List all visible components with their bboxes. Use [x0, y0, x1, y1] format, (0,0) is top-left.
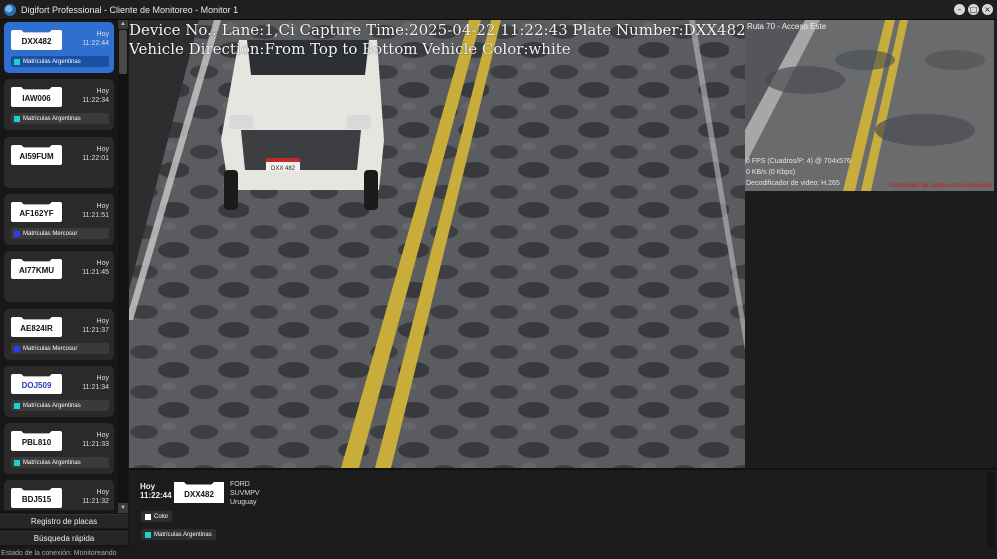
- plate-card-time: 11:21:45: [82, 269, 109, 276]
- plate-image: AI77KMU: [11, 259, 62, 279]
- plate-list-tag-label: Matrículas Argentinas: [23, 402, 81, 409]
- plate-list-tag: Matrículas Mercosur: [11, 228, 109, 239]
- plate-image: BDJ515: [11, 488, 62, 508]
- plate-image: DOJ509: [11, 374, 62, 394]
- tag-swatch-icon: [145, 531, 151, 538]
- window-title: Digifort Professional - Cliente de Monit…: [21, 4, 239, 15]
- plate-list-tag: Matrículas Argentinas: [11, 400, 109, 411]
- app-window: Digifort Professional - Cliente de Monit…: [0, 0, 997, 559]
- plate-card-day: Hoy: [96, 432, 109, 439]
- plate-card-day: Hoy: [96, 31, 109, 38]
- detail-list-tag: Matrículas Argentinas: [141, 529, 216, 540]
- main-camera-view[interactable]: DXX 482 Device No.: Lane:1,Ci Capture Ti…: [129, 20, 745, 468]
- vehicle: DXX 482: [221, 40, 384, 210]
- status-bar: Estado de la conexión: Monitoreando: [0, 549, 997, 559]
- window-controls: – □ ×: [954, 4, 993, 15]
- plate-list-scrollbar[interactable]: ▲ ▼: [118, 20, 128, 513]
- detail-scrollbar[interactable]: [987, 472, 995, 548]
- plate-image: AE824IR: [11, 317, 62, 337]
- detail-country: Uruguay: [230, 499, 257, 506]
- detail-tag-label: Matrículas Argentinas: [154, 531, 212, 538]
- app-logo-icon: [4, 3, 16, 16]
- tag-color-icon: [14, 402, 20, 409]
- plate-card-day: Hoy: [96, 203, 109, 210]
- plate-card-time: 11:21:33: [82, 441, 109, 448]
- camera-name-label: Ruta 70 - Acceso Este: [747, 22, 827, 31]
- title-bar: Digifort Professional - Cliente de Monit…: [0, 0, 997, 20]
- detail-color-chip: Color: [141, 511, 173, 522]
- plate-image: PBL810: [11, 431, 62, 451]
- camera-warning-text: Transmisión de cámara con reconexión: [887, 183, 992, 189]
- capture-info-line2: Vehicle Direction:From Top to Bottom Veh…: [129, 40, 571, 58]
- plate-list-tag-label: Matrículas Argentinas: [23, 115, 81, 122]
- quick-search-button[interactable]: Búsqueda rápida: [0, 531, 128, 545]
- vehicle-plate: DXX 482: [271, 166, 296, 172]
- plate-list-tag: Matrículas Argentinas: [11, 113, 109, 124]
- plate-card-day: Hoy: [96, 318, 109, 325]
- detail-make: FORD: [230, 481, 250, 488]
- plate-card-time: 11:21:37: [82, 327, 109, 334]
- plate-card-day: Hoy: [96, 375, 109, 382]
- plate-card-time: 11:21:51: [82, 212, 109, 219]
- tag-color-icon: [14, 230, 20, 237]
- plate-list-tag-label: Matrículas Mercosur: [23, 230, 78, 237]
- tag-color-icon: [14, 58, 20, 65]
- plate-card[interactable]: DXX482 Hoy 11:22:44 Matrículas Argentinas: [4, 22, 114, 73]
- plate-card-day: Hoy: [96, 146, 109, 153]
- tag-color-icon: [14, 345, 20, 352]
- capture-info-line1: Device No.: Lane:1,Ci Capture Time:2025-…: [129, 21, 745, 39]
- plate-card-time: 11:21:32: [82, 498, 109, 505]
- plate-list-tag: Matrículas Mercosur: [11, 343, 109, 354]
- plate-list-tag: Matrículas Argentinas: [11, 457, 109, 468]
- detail-color-label: Color: [154, 513, 169, 520]
- scroll-up-icon[interactable]: ▲: [118, 20, 128, 29]
- plate-card[interactable]: AF162YF Hoy 11:21:51 Matrículas Mercosur: [4, 194, 114, 245]
- scroll-down-icon[interactable]: ▼: [118, 503, 128, 513]
- color-swatch-icon: [145, 513, 151, 520]
- plate-card[interactable]: AI77KMU Hoy 11:21:45: [4, 251, 114, 302]
- detail-type: SUVMPV: [230, 490, 260, 497]
- plate-list-tag-label: Matrículas Mercosur: [23, 345, 78, 352]
- plate-list-tag-label: Matrículas Argentinas: [23, 58, 81, 65]
- plate-card-time: 11:22:01: [82, 155, 109, 162]
- plate-card-day: Hoy: [96, 489, 109, 496]
- camera-fps-stat: 0 FPS (Cuadros/P: 4) @ 704x576: [746, 158, 851, 165]
- maximize-button[interactable]: □: [968, 4, 979, 15]
- camera-decoder-stat: Decodificador de video: H.265: [746, 180, 840, 187]
- empty-view-slot: [745, 191, 997, 468]
- plate-card-time: 11:22:44: [82, 40, 109, 47]
- plate-card[interactable]: PBL810 Hoy 11:21:33 Matrículas Argentinas: [4, 423, 114, 474]
- plate-list-tag: Matrículas Argentinas: [11, 56, 109, 67]
- minimize-button[interactable]: –: [954, 4, 965, 15]
- plate-card-day: Hoy: [96, 88, 109, 95]
- plate-card-time: 11:21:34: [82, 384, 109, 391]
- plate-sidebar: DXX482 Hoy 11:22:44 Matrículas Argentinas IA…: [0, 20, 130, 548]
- road-scene: DXX 482: [129, 20, 745, 468]
- plate-card[interactable]: IAW006 Hoy 11:22:34 Matrículas Argentinas: [4, 79, 114, 130]
- plate-card[interactable]: DOJ509 Hoy 11:21:34 Matrículas Argentinas: [4, 366, 114, 417]
- tag-color-icon: [14, 115, 20, 122]
- scroll-thumb[interactable]: [119, 30, 127, 74]
- plate-card[interactable]: BDJ515Hoy11:21:32Matrículas Argentinas: [4, 480, 114, 510]
- detail-day: Hoy: [140, 482, 156, 491]
- secondary-camera-view[interactable]: Ruta 70 - Acceso Este 0 FPS (Cuadros/P: …: [745, 20, 994, 191]
- plate-list-tag-label: Matrículas Argentinas: [23, 459, 81, 466]
- plate-image: IAW006: [11, 87, 62, 107]
- tag-color-icon: [14, 459, 20, 466]
- plate-card[interactable]: AE824IR Hoy 11:21:37 Matrículas Mercosur: [4, 309, 114, 360]
- close-button[interactable]: ×: [982, 4, 993, 15]
- detail-plate: DXX482: [174, 482, 224, 503]
- plate-card[interactable]: AI59FUM Hoy 11:22:01: [4, 137, 114, 188]
- plate-card-day: Hoy: [96, 260, 109, 267]
- secondary-road-scene: [745, 20, 994, 191]
- detail-time: 11:22:44: [140, 491, 172, 500]
- camera-bitrate-stat: 0 KB/s (0 Kbps): [746, 169, 796, 176]
- plate-list: DXX482 Hoy 11:22:44 Matrículas Argentinas IA…: [3, 20, 114, 510]
- plate-log-button[interactable]: Registro de placas: [0, 514, 128, 528]
- plate-image: AF162YF: [11, 202, 62, 222]
- plate-image: DXX482: [11, 30, 62, 50]
- plate-image: AI59FUM: [11, 145, 62, 165]
- plate-card-time: 11:22:34: [82, 97, 109, 104]
- capture-detail-panel: Hoy 11:22:44 DXX482 FORD SUVMPV Uruguay …: [129, 468, 997, 548]
